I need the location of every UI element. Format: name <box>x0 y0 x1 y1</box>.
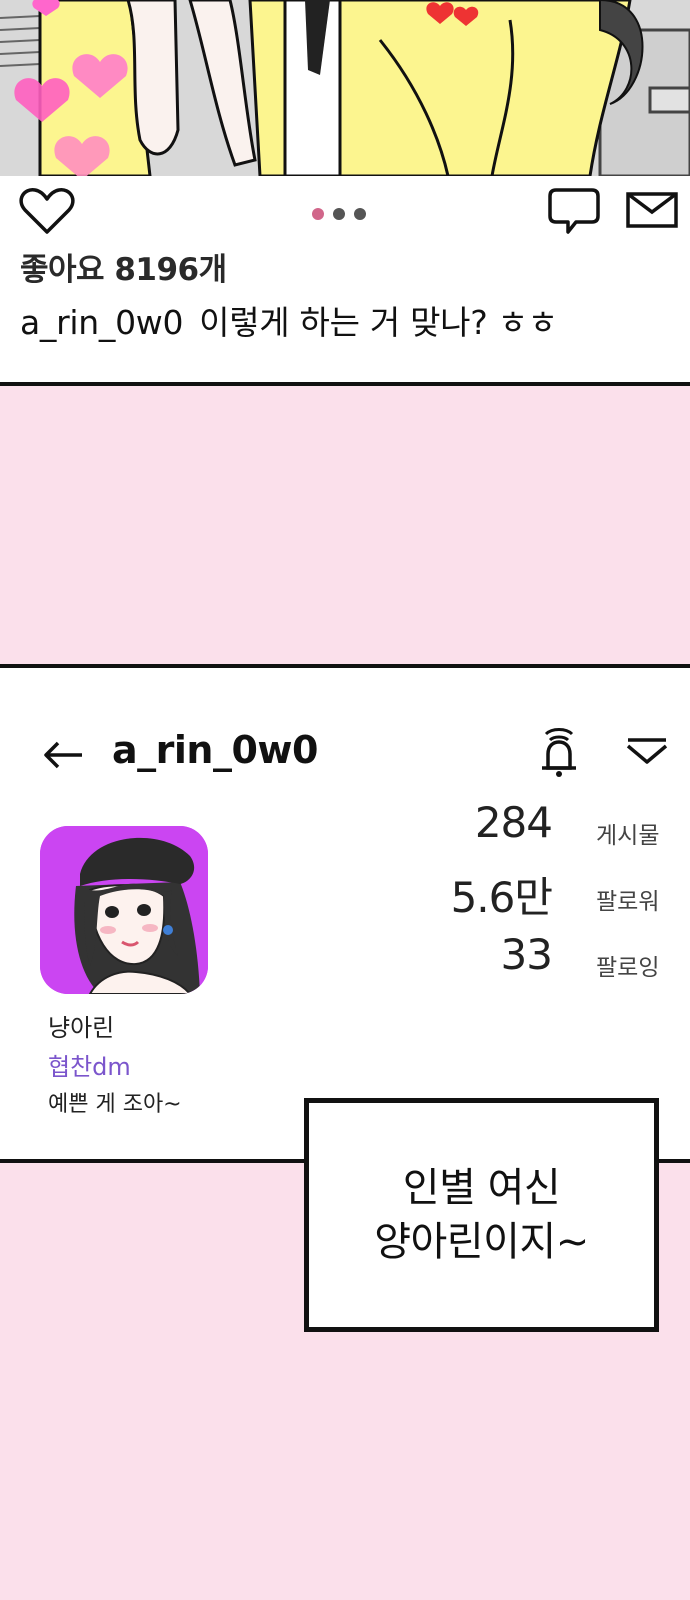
message-icon[interactable] <box>626 192 678 232</box>
posts-label: 게시물 <box>596 823 660 849</box>
carousel-dot <box>354 208 366 220</box>
carousel-dot <box>333 208 345 220</box>
narration-line-1: 인별 여신 <box>402 1165 561 1211</box>
bell-icon[interactable] <box>538 728 580 784</box>
heart-icon[interactable] <box>18 186 76 240</box>
carousel-indicator <box>312 208 366 220</box>
carousel-dot-active <box>312 208 324 220</box>
followers-count[interactable]: 5.6만 <box>352 864 553 925</box>
caption-username[interactable]: a_rin_0w0 <box>20 303 183 342</box>
profile-username: a_rin_0w0 <box>112 728 318 772</box>
narration-line-2: 양아린이지~ <box>374 1219 589 1265</box>
bio-sponsor-line: 협찬dm <box>48 1053 131 1081</box>
posts-count[interactable]: 284 <box>352 798 553 847</box>
chevron-menu-icon[interactable] <box>626 736 668 770</box>
following-count[interactable]: 33 <box>352 930 553 979</box>
post-panel: 좋아요 8196개 a_rin_0w0 이렇게 하는 거 맞나? ㅎㅎ <box>0 176 690 386</box>
caption-text: 이렇게 하는 거 맞나? ㅎㅎ <box>199 303 558 342</box>
display-name: 냥아린 <box>48 1014 115 1042</box>
profile-panel: a_rin_0w0 284 게시물 5.6만 팔로워 33 팔로잉 냥아린 협찬… <box>0 664 690 1163</box>
narration-box: 인별 여신 양아린이지~ <box>304 1098 659 1332</box>
back-arrow-icon[interactable] <box>42 740 84 774</box>
bio-text: 예쁜 게 조아~ <box>48 1092 182 1117</box>
following-label: 팔로잉 <box>596 955 660 981</box>
comment-icon[interactable] <box>548 186 600 240</box>
followers-label: 팔로워 <box>596 889 660 915</box>
likes-count: 좋아요 8196개 <box>20 252 227 288</box>
comic-illustration <box>0 0 690 176</box>
avatar[interactable] <box>40 826 208 994</box>
post-caption: a_rin_0w0 이렇게 하는 거 맞나? ㅎㅎ <box>20 296 558 344</box>
